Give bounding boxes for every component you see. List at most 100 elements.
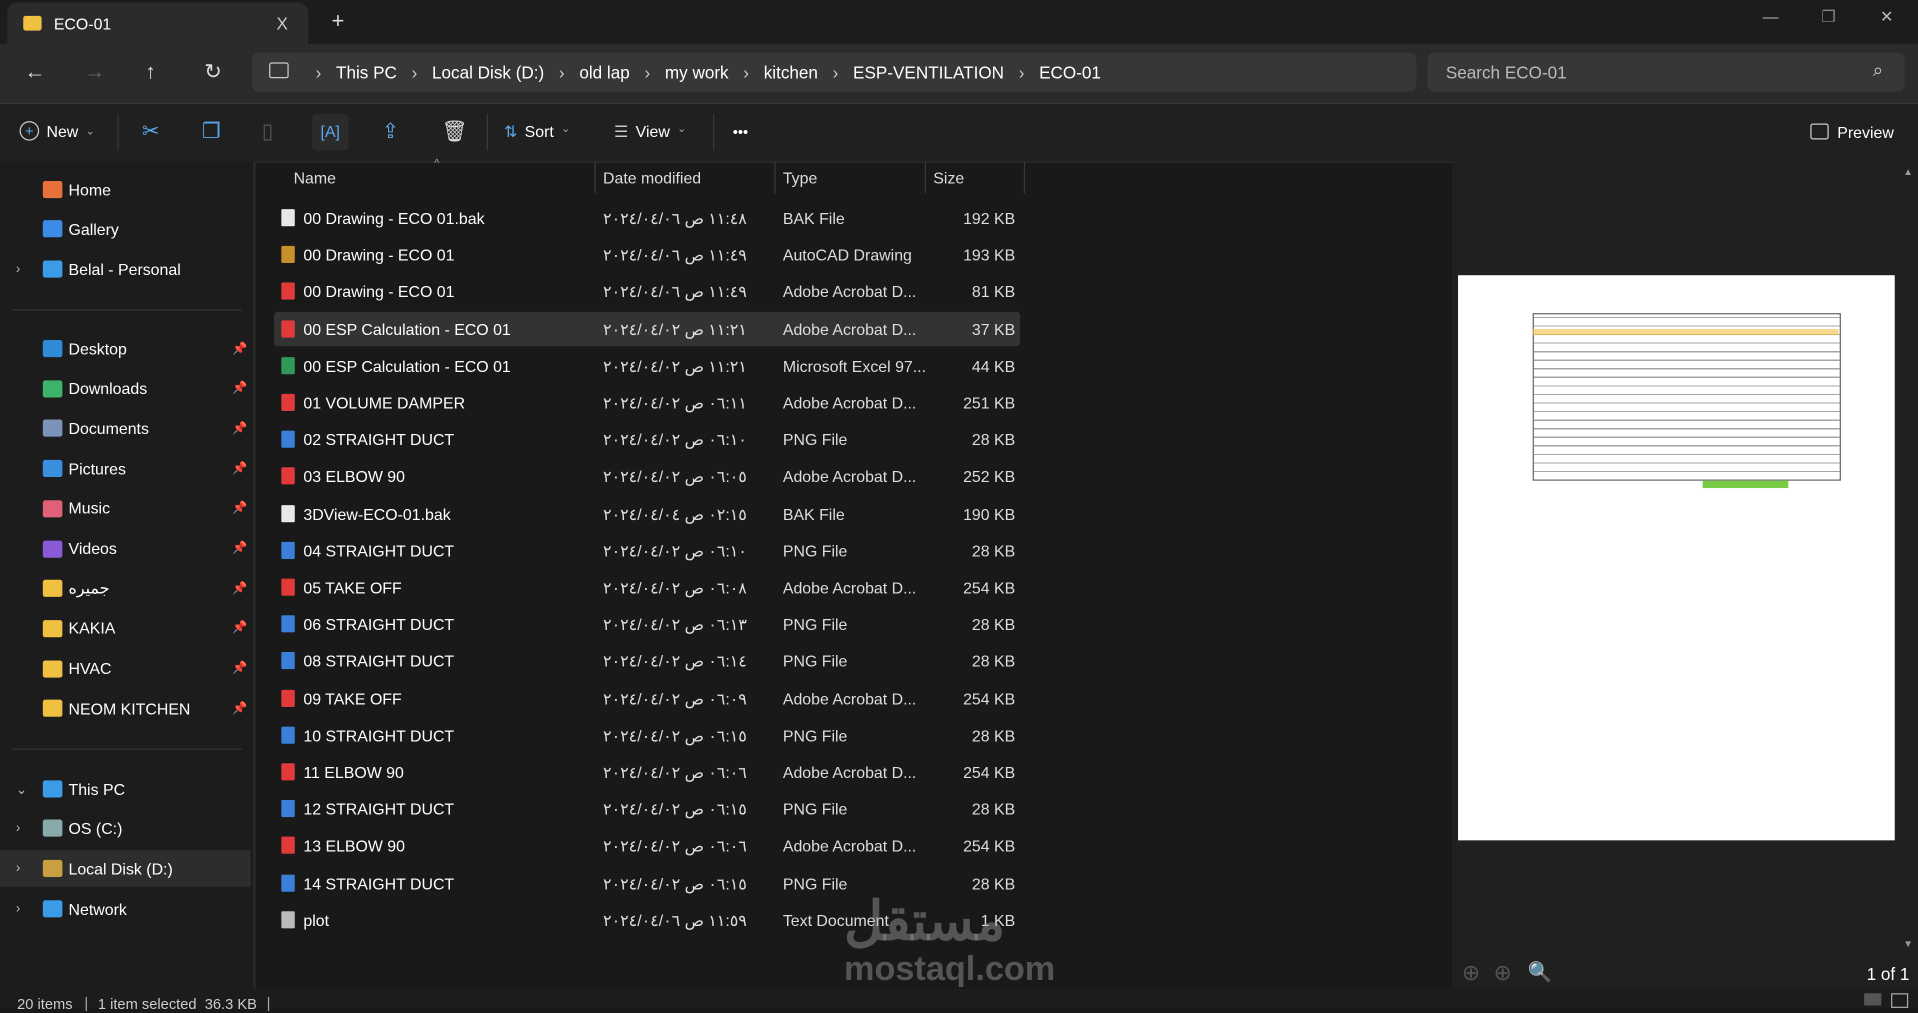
tab-eco-01[interactable]: ECO-01 X: [7, 2, 309, 45]
file-row[interactable]: 00 Drawing - ECO 01 ٢٠٢٤/٠٤/٠٦ ص ١١:٤٩ Ado…: [274, 274, 1020, 308]
file-row[interactable]: 02 STRAIGHT DUCT ٢٠٢٤/٠٤/٠٢ ص ٠٦:١٠ PNG Fi…: [274, 422, 1020, 456]
pin-icon[interactable]: 📌: [232, 582, 247, 595]
more-options-button[interactable]: •••: [733, 124, 748, 141]
file-row[interactable]: 03 ELBOW 90 ٢٠٢٤/٠٤/٠٢ ص ٠٦:٠٥ Adobe Acrob…: [274, 459, 1020, 493]
share-icon[interactable]: ⇪: [382, 120, 399, 144]
copy-icon[interactable]: ❐: [202, 120, 221, 144]
file-row[interactable]: 09 TAKE OFF ٢٠٢٤/٠٤/٠٢ ص ٠٦:٠٩ Adobe Acrob…: [274, 681, 1020, 715]
rename-icon[interactable]: [A]: [311, 113, 349, 151]
file-row[interactable]: 11 ELBOW 90 ٢٠٢٤/٠٤/٠٢ ص ٠٦:٠٦ Adobe Acrob…: [274, 755, 1020, 789]
pin-icon[interactable]: 📌: [232, 462, 247, 475]
back-icon[interactable]: ←: [24, 60, 45, 84]
close-window-button[interactable]: ✕: [1880, 7, 1893, 27]
file-row[interactable]: 00 Drawing - ECO 01.bak ٢٠٢٤/٠٤/٠٦ ص ١١:٤…: [274, 201, 1020, 235]
details-view-icon[interactable]: [1864, 993, 1882, 1006]
sidebar-item-home[interactable]: Home: [0, 171, 251, 208]
file-row[interactable]: 13 ELBOW 90 ٢٠٢٤/٠٤/٠٢ ص ٠٦:٠٦ Adobe Acrob…: [274, 829, 1020, 863]
breadcrumb-item[interactable]: This PC: [336, 62, 397, 82]
file-row[interactable]: 05 TAKE OFF ٢٠٢٤/٠٤/٠٢ ص ٠٦:٠٨ Adobe Acrob…: [274, 570, 1020, 604]
column-divider[interactable]: [1023, 161, 1026, 194]
search-box[interactable]: Search ECO-01 ⌕: [1427, 52, 1905, 92]
chevron-right-icon[interactable]: ›: [1019, 62, 1025, 82]
chevron-right-icon[interactable]: ›: [833, 62, 839, 82]
chevron-right-icon[interactable]: ›: [16, 861, 20, 876]
sidebar-item-gallery[interactable]: Gallery: [0, 210, 251, 247]
column-header-type[interactable]: Type: [783, 169, 817, 201]
file-row[interactable]: 00 ESP Calculation - ECO 01 ٢٠٢٤/٠٤/٠٢ ص …: [273, 311, 1021, 346]
sidebar-item-network[interactable]: › Network: [0, 890, 251, 927]
file-row[interactable]: 10 STRAIGHT DUCT ٢٠٢٤/٠٤/٠٢ ص ٠٦:١٥ PNG Fi…: [274, 718, 1020, 752]
sidebar-item-downloads[interactable]: Downloads 📌: [0, 370, 251, 407]
pin-icon[interactable]: 📌: [232, 542, 247, 555]
chevron-right-icon[interactable]: ›: [16, 821, 20, 836]
chevron-right-icon[interactable]: ›: [316, 62, 322, 82]
sidebar-item-pictures[interactable]: Pictures 📌: [0, 450, 251, 487]
forward-icon[interactable]: →: [84, 60, 105, 84]
paste-icon[interactable]: ▯: [262, 120, 273, 144]
file-row[interactable]: 00 ESP Calculation - ECO 01 ٢٠٢٤/٠٤/٠٢ ص …: [274, 348, 1020, 382]
column-divider[interactable]: [774, 161, 776, 194]
scrollbar[interactable]: ▲ ▼: [1903, 166, 1913, 949]
sidebar-item-os-c-[interactable]: › OS (C:): [0, 810, 251, 847]
sidebar-item-this-pc[interactable]: ⌄ This PC: [0, 771, 251, 808]
sort-button[interactable]: ⇅ Sort ⌄: [504, 122, 570, 142]
pin-icon[interactable]: 📌: [232, 502, 247, 515]
breadcrumb-item[interactable]: old lap: [579, 62, 629, 82]
sidebar-item-documents[interactable]: Documents 📌: [0, 410, 251, 447]
column-divider[interactable]: [924, 161, 926, 194]
breadcrumb-item[interactable]: my work: [665, 62, 729, 82]
pin-icon[interactable]: 📌: [232, 702, 247, 715]
view-button[interactable]: ☰ View ⌄: [614, 122, 686, 142]
restore-button[interactable]: ❐: [1821, 7, 1835, 27]
sidebar-item-kakia[interactable]: KAKIA 📌: [0, 610, 251, 647]
tiles-view-icon[interactable]: [1891, 993, 1909, 1008]
chevron-right-icon[interactable]: ›: [16, 262, 20, 277]
breadcrumb-item[interactable]: kitchen: [764, 62, 818, 82]
new-button[interactable]: + New ⌄: [19, 121, 95, 141]
minimize-button[interactable]: —: [1763, 7, 1779, 25]
previous-page-icon[interactable]: ⊕: [1462, 960, 1480, 986]
breadcrumb-item[interactable]: ECO-01: [1039, 62, 1101, 82]
chevron-down-icon[interactable]: ⌄: [16, 781, 27, 797]
sidebar-item-belal-personal[interactable]: › Belal - Personal: [0, 251, 251, 288]
file-row[interactable]: 01 VOLUME DAMPER ٢٠٢٤/٠٤/٠٢ ص ٠٦:١١ Adobe …: [274, 385, 1020, 419]
pin-icon[interactable]: 📌: [232, 622, 247, 635]
sidebar-item-local-disk-d-[interactable]: › Local Disk (D:): [0, 850, 251, 887]
pin-icon[interactable]: 📌: [232, 662, 247, 675]
column-header-name[interactable]: Name: [294, 169, 336, 201]
breadcrumb-item[interactable]: Local Disk (D:): [432, 62, 544, 82]
file-row[interactable]: 08 STRAIGHT DUCT ٢٠٢٤/٠٤/٠٢ ص ٠٦:١٤ PNG Fi…: [274, 644, 1020, 678]
refresh-icon[interactable]: ↻: [204, 60, 221, 84]
address-bar[interactable]: › This PC › Local Disk (D:) › old lap › my work…: [251, 52, 1417, 92]
sidebar-item-videos[interactable]: Videos 📌: [0, 530, 251, 567]
column-divider[interactable]: [594, 161, 596, 194]
column-header-size[interactable]: Size: [933, 169, 964, 201]
up-icon[interactable]: ↑: [146, 60, 156, 84]
sidebar-item-desktop[interactable]: Desktop 📌: [0, 330, 251, 367]
pin-icon[interactable]: 📌: [232, 422, 247, 435]
column-header-date[interactable]: Date modified: [603, 169, 701, 201]
chevron-right-icon[interactable]: ›: [644, 62, 650, 82]
new-tab-button[interactable]: +: [331, 9, 344, 35]
file-row[interactable]: 12 STRAIGHT DUCT ٢٠٢٤/٠٤/٠٢ ص ٠٦:١٥ PNG Fi…: [274, 792, 1020, 826]
delete-icon[interactable]: 🗑: [442, 120, 468, 144]
preview-button[interactable]: Preview: [1810, 123, 1894, 142]
chevron-right-icon[interactable]: ›: [559, 62, 565, 82]
pin-icon[interactable]: 📌: [232, 342, 247, 355]
chevron-right-icon[interactable]: ›: [743, 62, 749, 82]
breadcrumb-item[interactable]: ESP-VENTILATION: [853, 62, 1004, 82]
file-row[interactable]: 06 STRAIGHT DUCT ٢٠٢٤/٠٤/٠٢ ص ٠٦:١٣ PNG Fi…: [274, 607, 1020, 641]
next-page-icon[interactable]: ⊕: [1494, 960, 1512, 986]
file-row[interactable]: 00 Drawing - ECO 01 ٢٠٢٤/٠٤/٠٦ ص ١١:٤٩ Aut…: [274, 238, 1020, 272]
search-icon[interactable]: ⌕: [1873, 60, 1883, 81]
file-row[interactable]: 04 STRAIGHT DUCT ٢٠٢٤/٠٤/٠٢ ص ٠٦:١٠ PNG Fi…: [274, 533, 1020, 567]
chevron-right-icon[interactable]: ›: [16, 901, 20, 916]
sidebar-item--[interactable]: جميره 📌: [0, 570, 251, 607]
file-row[interactable]: 3DView-ECO-01.bak ٢٠٢٤/٠٤/٠٤ ص ٠٢:١٥ BAK F…: [274, 496, 1020, 530]
sidebar-item-neom-kitchen[interactable]: NEOM KITCHEN 📌: [0, 690, 251, 727]
pin-icon[interactable]: 📌: [232, 382, 247, 395]
sidebar-item-hvac[interactable]: HVAC 📌: [0, 650, 251, 687]
find-in-page-icon[interactable]: 🔍: [1528, 960, 1552, 984]
chevron-right-icon[interactable]: ›: [412, 62, 418, 82]
sidebar-item-music[interactable]: Music 📌: [0, 490, 251, 527]
